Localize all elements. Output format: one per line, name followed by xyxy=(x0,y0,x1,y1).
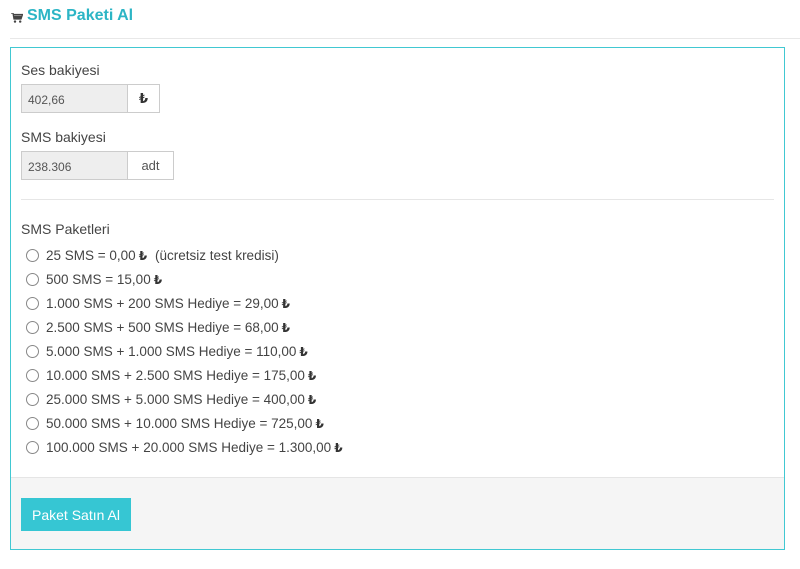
sms-balance-unit: adt xyxy=(128,151,174,180)
buy-package-button[interactable]: Paket Satın Al xyxy=(21,498,131,531)
lira-icon: ₺ xyxy=(299,344,308,359)
lira-icon: ₺ xyxy=(138,248,148,263)
section-divider xyxy=(21,199,774,200)
lira-icon: ₺ xyxy=(281,320,291,335)
package-label: 25.000 SMS + 5.000 SMS Hediye = 400,00 ₺ xyxy=(46,391,317,407)
package-list: 25 SMS = 0,00 ₺ (ücretsiz test kredisi) 50… xyxy=(26,243,343,459)
package-label: 500 SMS = 15,00 ₺ xyxy=(46,271,163,287)
sms-balance-field: 238.306 xyxy=(21,151,128,180)
package-label: 25 SMS = 0,00 ₺ (ücretsiz test kredisi) xyxy=(46,247,279,263)
package-label: 10.000 SMS + 2.500 SMS Hediye = 175,00 ₺ xyxy=(46,367,317,383)
package-option-50000[interactable]: 50.000 SMS + 10.000 SMS Hediye = 725,00 ₺ xyxy=(26,411,343,435)
package-label: 2.500 SMS + 500 SMS Hediye = 68,00 ₺ xyxy=(46,319,291,335)
voice-balance-field: 402,66 xyxy=(21,84,128,113)
packages-label: SMS Paketleri xyxy=(21,221,110,237)
package-note: (ücretsiz test kredisi) xyxy=(155,247,279,263)
lira-icon: ₺ xyxy=(315,416,324,431)
package-option-500[interactable]: 500 SMS = 15,00 ₺ xyxy=(26,267,343,291)
package-radio[interactable] xyxy=(26,368,39,382)
lira-icon: ₺ xyxy=(307,392,317,407)
package-option-2500[interactable]: 2.500 SMS + 500 SMS Hediye = 68,00 ₺ xyxy=(26,315,343,339)
cart-icon xyxy=(11,13,23,23)
sms-balance-group: 238.306 adt xyxy=(21,151,174,180)
package-option-5000[interactable]: 5.000 SMS + 1.000 SMS Hediye = 110,00 ₺ xyxy=(26,339,343,363)
voice-balance-group: 402,66 ₺ xyxy=(21,84,160,113)
package-label: 50.000 SMS + 10.000 SMS Hediye = 725,00 ₺ xyxy=(46,415,324,431)
package-option-25000[interactable]: 25.000 SMS + 5.000 SMS Hediye = 400,00 ₺ xyxy=(26,387,343,411)
package-option-1000[interactable]: 1.000 SMS + 200 SMS Hediye = 29,00 ₺ xyxy=(26,291,343,315)
form-actions: Paket Satın Al xyxy=(11,477,784,549)
lira-icon: ₺ xyxy=(281,296,291,311)
package-label: 5.000 SMS + 1.000 SMS Hediye = 110,00 ₺ xyxy=(46,343,308,359)
sms-balance-label: SMS bakiyesi xyxy=(21,129,106,145)
lira-icon: ₺ xyxy=(153,272,163,287)
package-option-25[interactable]: 25 SMS = 0,00 ₺ (ücretsiz test kredisi) xyxy=(26,243,343,267)
package-radio[interactable] xyxy=(26,296,39,310)
package-radio[interactable] xyxy=(26,392,39,406)
page-header: SMS Paketi Al xyxy=(10,0,800,39)
package-label: 1.000 SMS + 200 SMS Hediye = 29,00 ₺ xyxy=(46,295,291,311)
package-radio[interactable] xyxy=(26,320,39,334)
package-radio[interactable] xyxy=(26,248,39,262)
package-label: 100.000 SMS + 20.000 SMS Hediye = 1.300,… xyxy=(46,439,343,455)
package-option-10000[interactable]: 10.000 SMS + 2.500 SMS Hediye = 175,00 ₺ xyxy=(26,363,343,387)
package-radio[interactable] xyxy=(26,272,39,286)
sms-purchase-panel: Ses bakiyesi 402,66 ₺ SMS bakiyesi 238.3… xyxy=(10,47,785,550)
voice-balance-label: Ses bakiyesi xyxy=(21,62,100,78)
lira-icon: ₺ xyxy=(307,368,317,383)
lira-icon: ₺ xyxy=(334,440,343,455)
page-title: SMS Paketi Al xyxy=(27,7,134,24)
package-option-100000[interactable]: 100.000 SMS + 20.000 SMS Hediye = 1.300,… xyxy=(26,435,343,459)
package-radio[interactable] xyxy=(26,440,39,454)
package-radio[interactable] xyxy=(26,344,39,358)
voice-balance-unit: ₺ xyxy=(128,84,160,113)
package-radio[interactable] xyxy=(26,416,39,430)
